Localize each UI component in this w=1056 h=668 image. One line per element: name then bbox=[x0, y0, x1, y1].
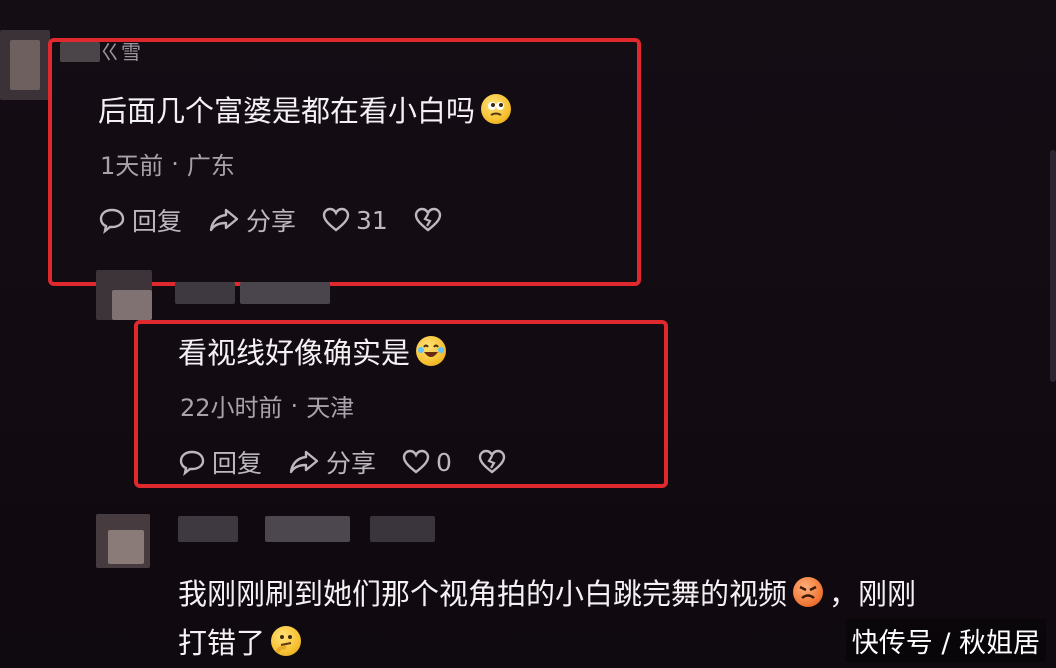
scrollbar[interactable] bbox=[1050, 150, 1056, 382]
thinking-emoji-icon bbox=[271, 626, 302, 656]
highlight-box-comment-2 bbox=[134, 320, 668, 488]
comment-3-text-part1: 我刚刚刷到她们那个视角拍的小白跳完舞的视频 bbox=[178, 577, 788, 611]
comment-3-text-line2: 打错了 bbox=[178, 620, 302, 662]
comment-3-text-line1: 我刚刚刷到她们那个视角拍的小白跳完舞的视频 ，刚刚 bbox=[178, 571, 916, 613]
comment-3-text-part3: 打错了 bbox=[178, 626, 266, 660]
comment-screen: ㄍ雪 后面几个富婆是都在看小白吗 1天前 · 广东 回复 分享 31 看视线好像… bbox=[0, 0, 1056, 668]
highlight-box-comment-1 bbox=[48, 38, 641, 286]
comment-3-text-part2: ，刚刚 bbox=[829, 577, 917, 611]
angry-emoji-icon bbox=[793, 577, 824, 607]
watermark: 快传号 / 秋姐居 bbox=[845, 619, 1046, 662]
